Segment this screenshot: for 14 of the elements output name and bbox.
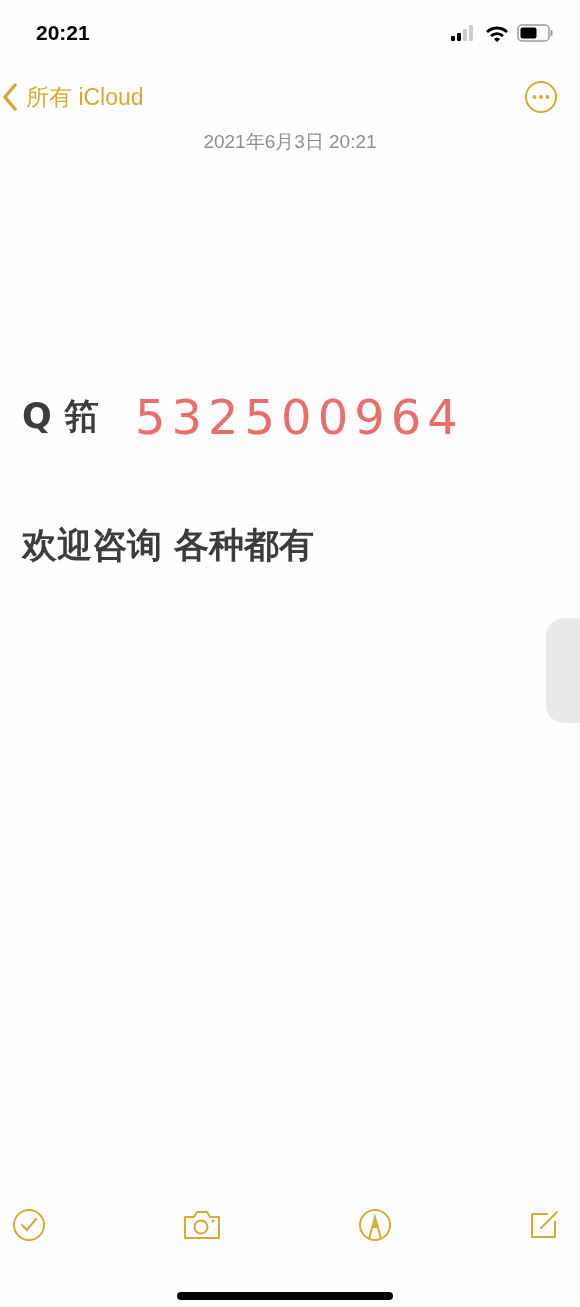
note-text: Q 筘 (22, 395, 99, 439)
markup-button[interactable] (358, 1208, 392, 1242)
note-text: 欢迎咨询 各种都有 (22, 523, 315, 567)
back-button[interactable]: 所有 iCloud (0, 79, 144, 115)
handwritten-number: 532500964 (134, 387, 464, 447)
more-button[interactable] (524, 80, 558, 114)
wifi-icon (485, 24, 509, 42)
back-icon (2, 83, 18, 111)
status-time: 20:21 (36, 20, 90, 47)
battery-icon (517, 24, 554, 42)
camera-button[interactable] (182, 1210, 222, 1240)
compose-button[interactable] (528, 1209, 560, 1241)
note-date: 2021年6月3日 20:21 (202, 130, 378, 154)
checklist-button[interactable] (12, 1208, 46, 1242)
